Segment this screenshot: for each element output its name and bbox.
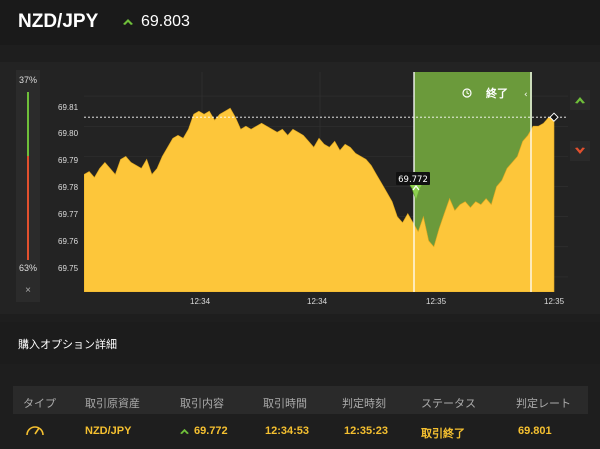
row-rate: 69.801: [518, 425, 552, 437]
current-price: 69.803: [141, 13, 190, 30]
y-tick: 69.78: [58, 183, 79, 192]
table-header: タイプ 取引原資産 取引内容 取引時間 判定時刻 ステータス 判定レート: [13, 386, 588, 414]
chevron-icon: ‹: [524, 90, 528, 100]
table-row[interactable]: NZD/JPY 69.772 12:34:53 12:35:23 取引終了 69…: [13, 416, 588, 444]
x-tick: 12:35: [544, 297, 565, 306]
row-trade-time: 12:34:53: [265, 425, 310, 437]
up-arrow-icon: [180, 428, 189, 435]
down-arrow-icon: [575, 147, 585, 154]
th-content: 取引内容: [180, 398, 224, 410]
th-type: タイプ: [23, 398, 56, 410]
th-status: ステータス: [421, 398, 476, 410]
th-judge-time: 判定時刻: [342, 398, 386, 410]
up-arrow-icon: [575, 97, 585, 104]
section-title: 購入オプション詳細: [18, 339, 117, 351]
up-bar: [27, 92, 29, 156]
y-tick: 69.77: [58, 210, 79, 219]
row-content: 69.772: [194, 425, 228, 437]
up-percentage: 37%: [18, 75, 37, 85]
th-asset: 取引原資産: [85, 398, 140, 410]
down-bar: [27, 156, 29, 260]
currency-pair: NZD/JPY: [18, 11, 99, 32]
row-judge-time: 12:35:23: [344, 425, 389, 437]
row-status: 取引終了: [421, 428, 465, 440]
x-tick: 12:35: [426, 297, 447, 306]
entry-label: 69.772: [398, 175, 428, 185]
down-percentage: 63%: [18, 263, 37, 273]
low-button[interactable]: [570, 141, 590, 161]
header: NZD/JPY 69.803: [0, 0, 600, 45]
y-tick: 69.75: [58, 264, 79, 273]
x-tick: 12:34: [307, 297, 328, 306]
y-tick: 69.81: [58, 103, 79, 112]
th-rate: 判定レート: [516, 398, 571, 410]
up-arrow-icon: [123, 19, 133, 25]
row-asset: NZD/JPY: [85, 425, 132, 437]
price-chart: 終了 ‹ 69.772: [84, 72, 568, 292]
y-tick: 69.79: [58, 156, 79, 165]
sentiment-gauge: 37% 63% ×: [16, 70, 40, 302]
high-button[interactable]: [570, 90, 590, 110]
y-tick: 69.76: [58, 237, 79, 246]
x-tick: 12:34: [190, 297, 211, 306]
expiry-label: 終了: [486, 86, 508, 100]
y-tick: 69.80: [58, 129, 79, 138]
gauge-icon: [26, 426, 44, 436]
option-details-section: 購入オプション詳細: [0, 322, 600, 364]
th-trade-time: 取引時間: [263, 398, 307, 410]
close-button[interactable]: ×: [16, 282, 40, 300]
